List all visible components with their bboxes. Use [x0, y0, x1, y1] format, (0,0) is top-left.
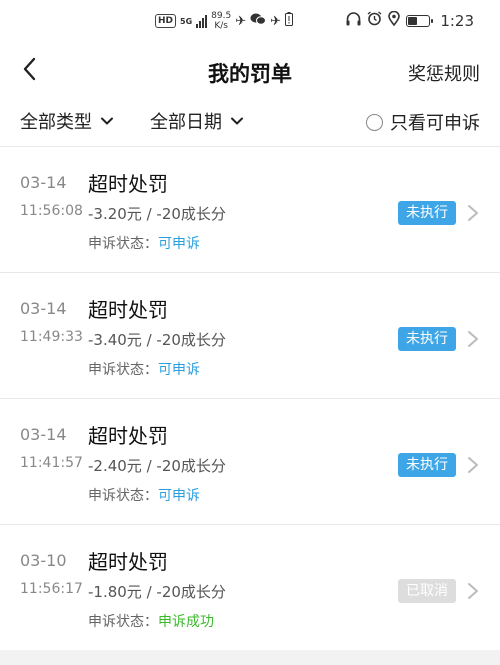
date-filter-dropdown[interactable]: 全部日期	[150, 108, 244, 134]
execution-status-badge: 未执行	[398, 201, 456, 225]
penalty-title: 超时处罚	[88, 172, 168, 196]
airplane-icon: ✈	[235, 13, 247, 29]
chevron-right-icon[interactable]	[466, 203, 480, 223]
signal-icon	[196, 14, 208, 28]
network-speed-unit: K/s	[214, 21, 228, 31]
penalty-title: 超时处罚	[88, 298, 168, 322]
penalty-time: 11:56:17	[20, 581, 83, 597]
chevron-right-icon[interactable]	[466, 455, 480, 475]
penalty-item[interactable]: 03-10 11:56:17 超时处罚 -1.80元 / -20成长分 申诉状态…	[0, 524, 500, 650]
rewards-rules-link[interactable]: 奖惩规则	[408, 60, 480, 86]
execution-status-badge: 已取消	[398, 579, 456, 603]
penalty-date: 03-10	[20, 551, 67, 570]
status-right-group: 1:23	[346, 10, 474, 30]
appeal-status-prefix: 申诉状态：	[88, 362, 158, 378]
penalty-time: 11:56:08	[20, 203, 83, 219]
wechat-icon	[250, 12, 267, 30]
penalty-amount: -2.40元 / -20成长分	[88, 457, 226, 475]
penalty-time: 11:41:57	[20, 455, 83, 471]
penalty-item[interactable]: 03-14 11:56:08 超时处罚 -3.20元 / -20成长分 申诉状态…	[0, 146, 500, 272]
chevron-down-icon	[231, 117, 243, 125]
appeal-only-toggle[interactable]: 只看可申诉	[366, 109, 480, 135]
type-filter-label: 全部类型	[20, 112, 92, 133]
penalty-amount: -1.80元 / -20成长分	[88, 583, 226, 601]
status-left-group: HD 5G 89.5 K/s ✈ ✈	[155, 11, 294, 31]
penalty-amount: -3.40元 / -20成长分	[88, 331, 226, 349]
penalty-list: 03-14 11:56:08 超时处罚 -3.20元 / -20成长分 申诉状态…	[0, 146, 500, 650]
type-filter-dropdown[interactable]: 全部类型	[20, 108, 114, 134]
penalty-item[interactable]: 03-14 11:41:57 超时处罚 -2.40元 / -20成长分 申诉状态…	[0, 398, 500, 524]
penalty-item[interactable]: 03-14 11:49:33 超时处罚 -3.40元 / -20成长分 申诉状态…	[0, 272, 500, 398]
appeal-status-line: 申诉状态：申诉成功	[88, 611, 214, 631]
appeal-status-prefix: 申诉状态：	[88, 488, 158, 504]
hd-badge: HD	[155, 14, 177, 28]
network-speed-value: 89.5	[211, 11, 232, 21]
appeal-status-line: 申诉状态：可申诉	[88, 233, 200, 253]
appeal-status-prefix: 申诉状态：	[88, 236, 158, 252]
filter-bar: 全部类型 全部日期 只看可申诉	[0, 96, 500, 146]
clock: 1:23	[440, 11, 474, 30]
network-type: 5G	[180, 16, 193, 26]
appeal-only-label: 只看可申诉	[390, 113, 480, 134]
appeal-status-value: 申诉成功	[158, 614, 214, 630]
appeal-status-value: 可申诉	[158, 362, 200, 378]
execution-status-badge: 未执行	[398, 327, 456, 351]
penalty-title: 超时处罚	[88, 550, 168, 574]
appeal-status-line: 申诉状态：可申诉	[88, 485, 200, 505]
battery-icon	[406, 14, 434, 27]
penalty-date: 03-14	[20, 173, 67, 192]
date-filter-label: 全部日期	[150, 112, 222, 133]
network-speed: 89.5 K/s	[211, 11, 231, 31]
appeal-status-value: 可申诉	[158, 488, 200, 504]
appeal-status-line: 申诉状态：可申诉	[88, 359, 200, 379]
chevron-right-icon[interactable]	[466, 581, 480, 601]
chevron-right-icon[interactable]	[466, 329, 480, 349]
radio-circle-icon[interactable]	[366, 113, 383, 131]
penalty-date: 03-14	[20, 299, 67, 318]
penalty-title: 超时处罚	[88, 424, 168, 448]
execution-status-badge: 未执行	[398, 453, 456, 477]
appeal-status-prefix: 申诉状态：	[88, 614, 158, 630]
appeal-status-value: 可申诉	[158, 236, 200, 252]
battery-level	[408, 16, 418, 25]
battery-alert-icon	[285, 12, 294, 30]
alarm-icon	[367, 11, 382, 30]
penalty-amount: -3.20元 / -20成长分	[88, 205, 226, 223]
chevron-down-icon	[101, 117, 113, 125]
location-icon	[388, 10, 401, 30]
penalty-time: 11:49:33	[20, 329, 83, 345]
app-header: 我的罚单 奖惩规则	[0, 44, 500, 96]
headphones-icon	[346, 11, 361, 30]
status-bar: HD 5G 89.5 K/s ✈ ✈ 1:23	[0, 0, 500, 44]
penalty-date: 03-14	[20, 425, 67, 444]
airplane-icon: ✈	[270, 13, 282, 29]
